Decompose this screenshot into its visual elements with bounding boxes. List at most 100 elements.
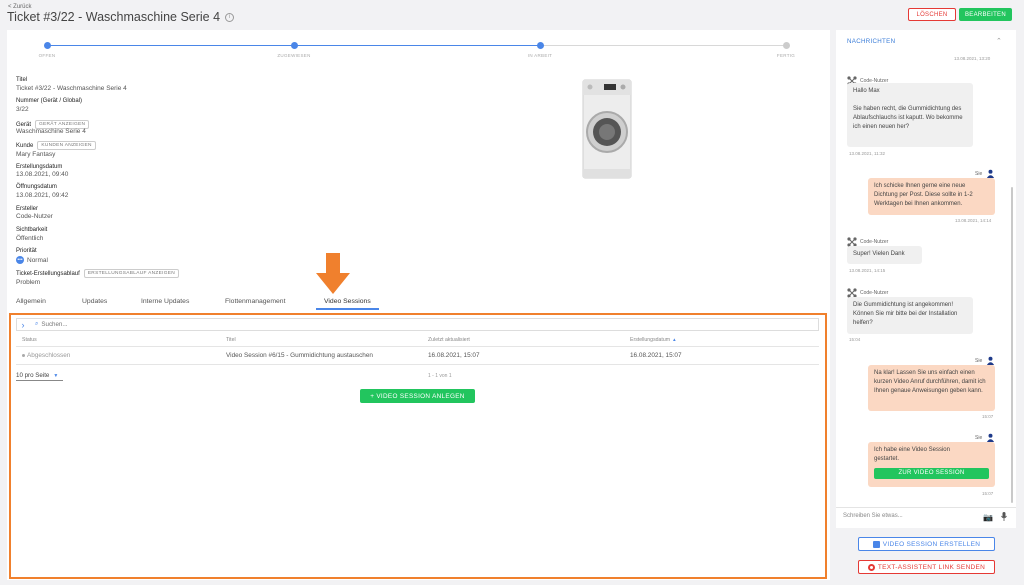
- text-assistant-label: TEXT-ASSISTENT LINK SENDEN: [877, 563, 986, 571]
- video-icon: [872, 540, 880, 548]
- edit-button[interactable]: BEARBEITEN: [959, 8, 1012, 21]
- customer-value: Mary Fantasy: [16, 151, 56, 158]
- active-tab-indicator: [316, 308, 379, 310]
- column-created[interactable]: Erstellungsdatum ▲: [630, 337, 677, 343]
- table-header-divider: [16, 346, 819, 347]
- sender-name: Code-Nutzer: [860, 239, 889, 245]
- message-text: Ich habe eine Video Session gestartet.: [874, 447, 950, 462]
- show-flow-button[interactable]: ERSTELLUNGSABLAUF ANZEIGEN: [83, 269, 180, 278]
- microphone-icon[interactable]: [1001, 512, 1007, 523]
- device-value: Waschmaschine Serie 4: [16, 128, 86, 135]
- composer-divider: [836, 507, 1016, 508]
- tab-updates[interactable]: Updates: [82, 298, 107, 305]
- message-bubble-incoming: Hallo Max Sie haben recht, die Gummidich…: [847, 83, 973, 147]
- page-title-text: Ticket #3/22 - Waschmaschine Serie 4: [7, 10, 221, 24]
- sender-name: Code-Nutzer: [860, 290, 889, 296]
- message-timestamp: 15:07: [982, 414, 994, 419]
- delete-button[interactable]: LÖSCHEN: [908, 8, 956, 21]
- show-customer-button[interactable]: KUNDEN ANZEIGEN: [37, 141, 96, 150]
- create-video-session-chat-button[interactable]: VIDEO SESSION ERSTELLEN: [858, 537, 995, 551]
- table-row-title[interactable]: Video Session #6/15 - Gummidichtung aust…: [226, 352, 373, 359]
- message-input[interactable]: Schreiben Sie etwas...: [843, 513, 903, 519]
- tab-general[interactable]: Allgemein: [16, 298, 46, 305]
- status-dot-icon: [22, 353, 25, 357]
- search-icon: ⌕: [35, 321, 39, 327]
- send-text-assistant-link-button[interactable]: TEXT-ASSISTENT LINK SENDEN: [858, 560, 995, 574]
- title-value: Ticket #3/22 - Waschmaschine Serie 4: [16, 85, 127, 92]
- message-bubble-outgoing: Ich schicke Ihnen gerne eine neue Dichtu…: [868, 178, 995, 215]
- page-size-select[interactable]: 10 pro Seite ▼: [16, 372, 63, 381]
- washing-machine-image: [582, 79, 632, 179]
- table-row-status: Abgeschlossen: [22, 352, 70, 359]
- created-value: 13.08.2021, 09:40: [16, 171, 69, 178]
- collapse-chevron-icon[interactable]: ⌃: [996, 37, 1002, 45]
- tab-internal-updates[interactable]: Interne Updates: [141, 298, 189, 305]
- page-info: 1 - 1 von 1: [428, 373, 452, 379]
- messages-header: NACHRICHTEN: [847, 38, 896, 45]
- visibility-value: Öffentlich: [16, 235, 44, 242]
- top-timestamp: 13.08.2021, 13:20: [954, 56, 991, 61]
- sort-asc-icon: ▲: [672, 337, 677, 342]
- user-avatar-icon: [986, 356, 995, 365]
- priority-icon: •••: [16, 256, 24, 264]
- title-label: Titel: [16, 77, 28, 83]
- step-dot-in-progress: [537, 42, 544, 49]
- step-label-assigned: ZUGEWIESEN: [277, 53, 311, 58]
- tab-video-sessions[interactable]: Video Sessions: [324, 298, 371, 305]
- column-created-label: Erstellungsdatum: [630, 337, 671, 343]
- column-status[interactable]: Status: [22, 337, 37, 343]
- video-sessions-highlight-frame: [9, 313, 827, 579]
- lifebuoy-icon: [867, 563, 875, 571]
- camera-icon[interactable]: 📷: [983, 513, 993, 522]
- priority-label: Priorität: [16, 248, 37, 254]
- customer-label: Kunde: [16, 142, 34, 149]
- go-to-video-session-button[interactable]: ZUR VIDEO SESSION: [874, 468, 989, 479]
- message-timestamp: 15:04: [849, 337, 861, 342]
- message-bubble-incoming: Super! Vielen Dank: [847, 246, 922, 264]
- table-row-divider: [16, 364, 819, 365]
- table-row-updated: 16.08.2021, 15:07: [428, 352, 480, 359]
- flow-label: Ticket-Erstellungsablauf: [16, 270, 80, 277]
- page-title: Ticket #3/22 - Waschmaschine Serie 4 i: [7, 10, 235, 24]
- step-dot-open: [44, 42, 51, 49]
- flow-value: Problem: [16, 279, 41, 286]
- creator-value: Code-Nutzer: [16, 213, 53, 220]
- step-dot-done: [783, 42, 790, 49]
- caret-down-icon: ▼: [53, 373, 59, 379]
- sender-name-self: Sie: [975, 171, 983, 177]
- priority-value: Normal: [27, 256, 48, 264]
- status-text: Abgeschlossen: [27, 352, 71, 359]
- message-bubble-incoming: Die Gummidichtung ist angekommen! Können…: [847, 297, 973, 334]
- opened-value: 13.08.2021, 09:42: [16, 192, 69, 199]
- microphone-glyph: [1001, 512, 1007, 521]
- message-timestamp: 13.08.2021, 14:15: [849, 268, 886, 273]
- tab-fleet-management[interactable]: Flottenmanagement: [225, 298, 285, 305]
- opened-label: Öffnungsdatum: [16, 184, 57, 190]
- message-bubble-outgoing: Na klar! Lassen Sie uns einfach einen ku…: [868, 365, 995, 411]
- number-value: 3/22: [16, 106, 29, 113]
- chevron-right-icon[interactable]: ›: [17, 320, 29, 330]
- messages-scrollbar[interactable]: [1011, 187, 1013, 503]
- step-label-open: OFFEN: [38, 53, 56, 58]
- message-timestamp: 13.08.2021, 11:32: [849, 151, 885, 156]
- table-search-bar[interactable]: › ⌕ Suchen...: [16, 318, 819, 331]
- flow-label-row: Ticket-Erstellungsablauf ERSTELLUNGSABLA…: [16, 269, 180, 278]
- number-label: Nummer (Gerät / Global): [16, 98, 83, 104]
- sender-name-self: Sie: [975, 358, 983, 364]
- user-avatar-icon: [986, 433, 995, 442]
- create-video-session-label: VIDEO SESSION ERSTELLEN: [882, 540, 981, 548]
- user-avatar-icon: [986, 169, 995, 178]
- message-bubble-outgoing: Ich habe eine Video Session gestartet. Z…: [868, 442, 995, 487]
- column-updated[interactable]: Zuletzt aktualisiert: [428, 337, 470, 343]
- page-size-value: 10 pro Seite: [16, 372, 50, 379]
- create-video-session-button[interactable]: + VIDEO SESSION ANLEGEN: [360, 389, 475, 403]
- column-title[interactable]: Titel: [226, 337, 236, 343]
- message-timestamp: 15:07: [982, 491, 994, 496]
- creator-label: Ersteller: [16, 206, 39, 212]
- step-label-in-progress: IN ARBEIT: [527, 53, 553, 58]
- search-input[interactable]: Suchen...: [41, 321, 67, 328]
- info-icon[interactable]: i: [225, 12, 235, 22]
- step-label-done: FERTIG: [776, 53, 796, 58]
- sender-name-self: Sie: [975, 435, 983, 441]
- orange-arrow-icon: [316, 253, 350, 294]
